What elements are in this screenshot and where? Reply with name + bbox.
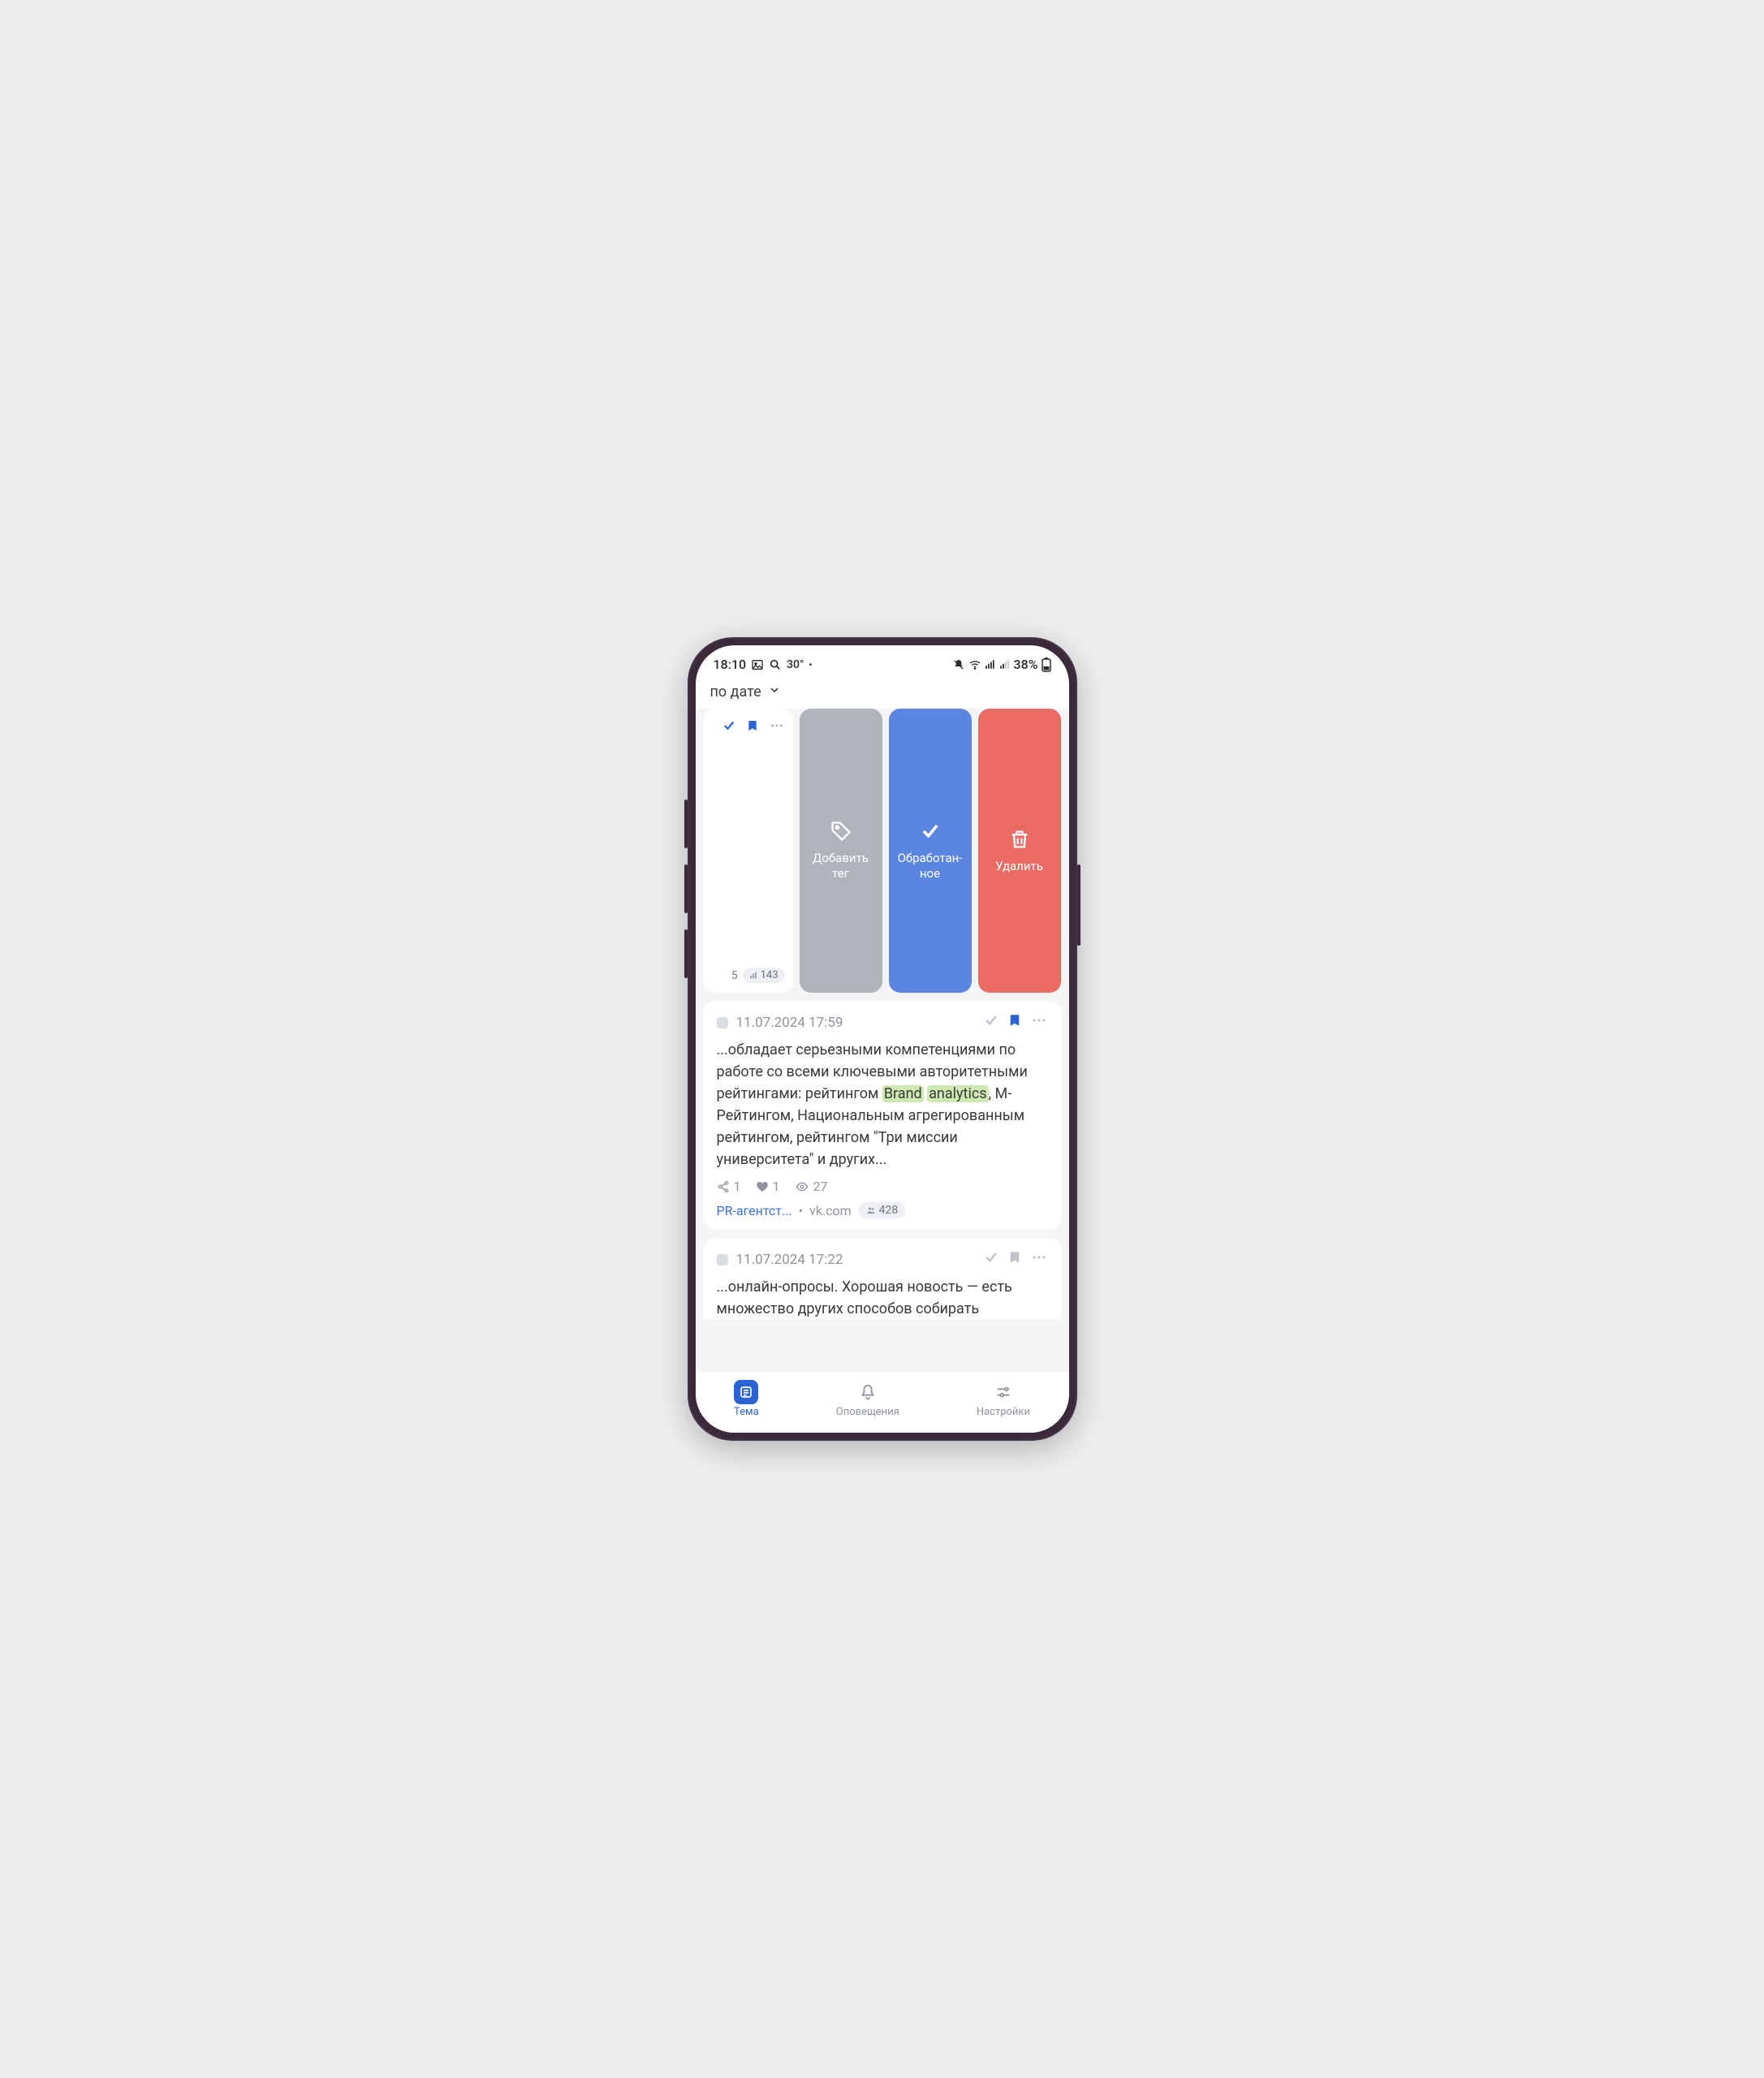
bookmark-icon[interactable] xyxy=(1007,1249,1022,1270)
swiped-card[interactable]: c cs принялаприняла ки и х нов, lytics A… xyxy=(704,709,793,993)
nav-theme[interactable]: Тема xyxy=(734,1380,759,1418)
search-icon xyxy=(769,658,782,671)
status-bar: 18:10 30° • xyxy=(696,645,1069,679)
theme-icon xyxy=(734,1380,758,1404)
status-temp: 30° xyxy=(787,658,804,671)
check-icon[interactable] xyxy=(983,1249,999,1270)
tone-indicator xyxy=(717,1254,728,1265)
card-top-icons xyxy=(722,718,785,736)
card-text: ...обладает серьезными компетенциями по … xyxy=(717,1039,1048,1170)
bookmark-icon[interactable] xyxy=(746,718,759,736)
eye-icon xyxy=(795,1180,809,1193)
stat-views: 27 xyxy=(795,1179,828,1194)
stat-likes: 1 xyxy=(756,1179,780,1194)
stat-shares: 1 xyxy=(717,1179,741,1194)
card-text: ...онлайн-опросы. Хорошая новость — есть… xyxy=(717,1276,1048,1319)
reach-badge: 428 xyxy=(858,1202,907,1218)
signal-icon xyxy=(985,659,996,670)
swipe-action-delete[interactable]: Удалить xyxy=(978,709,1061,993)
card-date: 11.07.2024 17:22 xyxy=(736,1252,843,1268)
feed[interactable]: c cs принялаприняла ки и х нов, lytics A… xyxy=(696,709,1069,1371)
card-source[interactable]: PR-агентст... xyxy=(717,1203,792,1218)
chevron-down-icon xyxy=(768,683,781,701)
screen: 18:10 30° • xyxy=(696,645,1069,1433)
heart-icon xyxy=(756,1180,769,1193)
battery-icon xyxy=(1042,657,1051,672)
signal-icon-2 xyxy=(999,659,1011,670)
nav-theme-label: Тема xyxy=(734,1406,759,1418)
mute-icon xyxy=(952,658,965,671)
swipe-action-processed-label: Обработан­ное xyxy=(895,851,965,882)
swipe-action-tag[interactable]: Добавить тег xyxy=(800,709,882,993)
swiped-card-stats: 5 143 xyxy=(731,968,785,983)
status-right: 38% xyxy=(952,657,1051,672)
stat-pill: 143 xyxy=(743,968,785,983)
nav-alerts-label: Оповещения xyxy=(836,1406,899,1418)
tone-indicator xyxy=(717,1017,728,1028)
status-left: 18:10 30° • xyxy=(714,657,813,672)
nav-settings-label: Настройки xyxy=(977,1406,1030,1418)
check-icon[interactable] xyxy=(983,1012,999,1033)
feed-card[interactable]: 11.07.2024 17:22 ...онлайн-опросы. Хорош… xyxy=(704,1238,1061,1319)
feed-card[interactable]: 11.07.2024 17:59 ...обладает серьезными … xyxy=(704,1001,1061,1230)
bottom-nav: Тема Оповещения Настройки xyxy=(696,1371,1069,1433)
check-icon[interactable] xyxy=(722,718,736,736)
sort-label: по дате xyxy=(710,683,761,701)
nav-settings[interactable]: Настройки xyxy=(977,1380,1030,1418)
more-icon[interactable] xyxy=(1030,1012,1048,1033)
status-time: 18:10 xyxy=(714,657,747,672)
image-icon xyxy=(751,658,764,671)
status-dot: • xyxy=(809,659,812,670)
sort-dropdown[interactable]: по дате xyxy=(696,679,1069,709)
sliders-icon xyxy=(991,1380,1016,1404)
wifi-icon xyxy=(968,658,981,671)
card-date: 11.07.2024 17:59 xyxy=(736,1015,843,1031)
card-head: 11.07.2024 17:22 xyxy=(717,1249,1048,1270)
people-icon xyxy=(866,1205,876,1215)
card-stats: 1 1 27 xyxy=(717,1179,1048,1194)
card-domain: vk.com xyxy=(809,1203,852,1218)
swipe-action-delete-label: Удалить xyxy=(995,859,1043,874)
tag-icon xyxy=(830,820,852,843)
card-head: 11.07.2024 17:59 xyxy=(717,1012,1048,1033)
swiped-card-text: c cs принялаприняла ки и х нов, lytics A… xyxy=(704,743,785,962)
swipe-action-tag-label: Добавить тег xyxy=(806,851,876,882)
share-icon xyxy=(717,1180,730,1193)
bell-icon xyxy=(856,1380,880,1404)
swiped-row: c cs принялаприняла ки и х нов, lytics A… xyxy=(696,709,1069,1001)
bookmark-icon[interactable] xyxy=(1007,1012,1022,1033)
status-battery-text: 38% xyxy=(1014,657,1038,672)
phone-frame: 18:10 30° • xyxy=(688,637,1077,1441)
card-foot: PR-агентст... • vk.com 428 xyxy=(717,1202,1048,1218)
check-icon xyxy=(919,820,942,843)
more-icon[interactable] xyxy=(1030,1249,1048,1270)
more-icon[interactable] xyxy=(769,718,785,736)
swipe-action-processed[interactable]: Обработан­ное xyxy=(889,709,972,993)
nav-alerts[interactable]: Оповещения xyxy=(836,1380,899,1418)
trash-icon xyxy=(1008,828,1031,851)
